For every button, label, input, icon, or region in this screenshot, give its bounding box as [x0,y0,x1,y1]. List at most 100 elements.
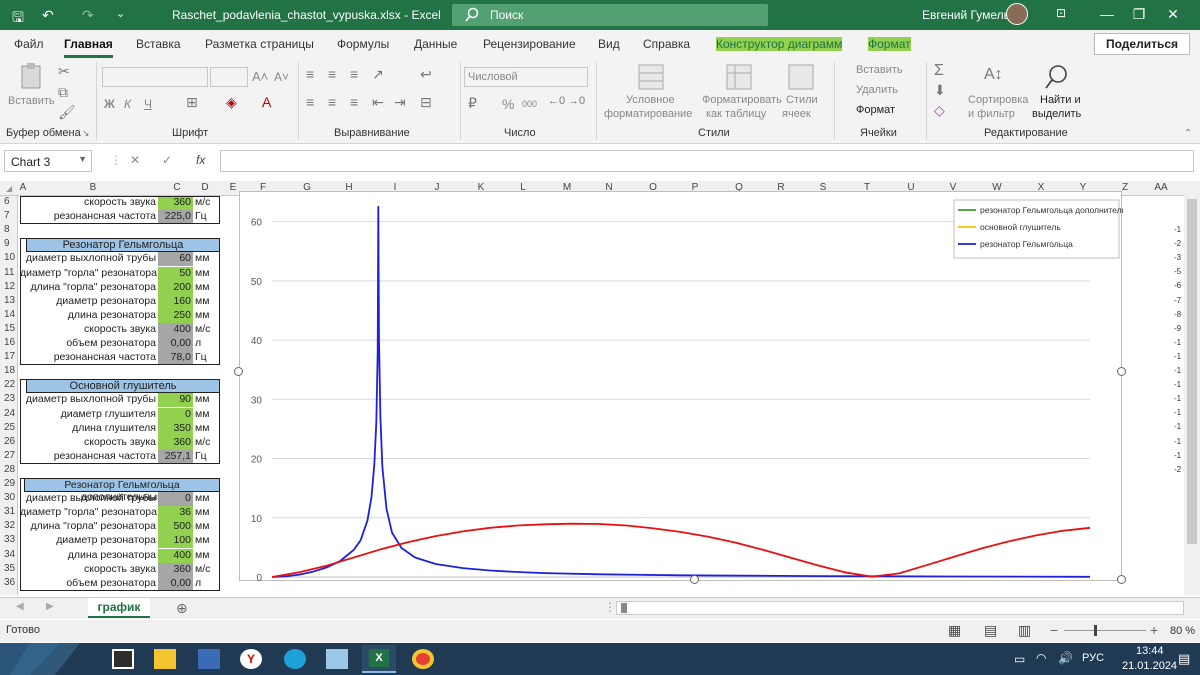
row-number[interactable]: 8 [0,224,18,235]
partial-cell-value[interactable]: -8 [1174,310,1181,319]
align-center-icon[interactable]: ≡ [328,94,336,110]
sort-filter-label-1[interactable]: Сортировка [968,94,1028,106]
cut-icon[interactable]: ✂ [58,63,70,80]
merge-icon[interactable]: ⊟ [420,94,432,111]
partial-cell-value[interactable]: -1 [1174,380,1181,389]
vertical-scrollbar[interactable] [1184,181,1200,595]
sort-filter-icon[interactable]: A↕ [984,66,1003,84]
copy-icon[interactable]: ⧉ [58,84,68,101]
notifications-icon[interactable]: ▤ [1178,651,1190,667]
zoom-in-icon[interactable]: + [1150,622,1158,638]
page-layout-view-icon[interactable]: ▤ [984,622,997,639]
chart-resize-handle[interactable] [1117,367,1126,376]
font-size-select[interactable] [210,67,248,87]
delete-cells-button[interactable]: Удалить [856,84,898,96]
row-number[interactable]: 12 [0,281,18,292]
column-header[interactable]: AA [1154,182,1168,193]
customize-qat-icon[interactable]: ⌄ [116,7,125,20]
partial-cell-value[interactable]: -3 [1174,253,1181,262]
partial-cell-value[interactable]: -1 [1174,437,1181,446]
notepad-icon[interactable] [326,649,348,669]
tab-help[interactable]: Справка [643,37,690,51]
paste-icon[interactable] [18,62,46,92]
column-header[interactable]: B [86,182,100,193]
volume-icon[interactable]: 🔊 [1058,651,1073,665]
partial-cell-value[interactable]: -7 [1174,296,1181,305]
zoom-slider-thumb[interactable] [1094,625,1097,636]
chart[interactable]: 0102030405060020406080100120140160180200… [239,191,1142,594]
partial-cell-value[interactable]: -1 [1174,451,1181,460]
partial-cell-value[interactable]: -1 [1174,352,1181,361]
cell-styles-label-2[interactable]: ячеек [782,108,811,120]
zoom-level[interactable]: 80 % [1170,625,1195,637]
align-bottom-icon[interactable]: ≡ [350,66,358,82]
row-number[interactable]: 10 [0,252,18,263]
clock-date[interactable]: 21.01.2024 [1122,660,1177,672]
increase-decimal-icon[interactable]: ←0 [548,95,565,107]
tab-view[interactable]: Вид [598,37,620,51]
format-table-label-2[interactable]: как таблицу [706,108,766,120]
tab-home[interactable]: Главная [64,37,113,58]
row-number[interactable]: 18 [0,365,18,376]
orientation-icon[interactable]: ↗ [372,66,384,83]
find-select-label-1[interactable]: Найти и [1040,94,1081,106]
percent-button[interactable]: % [502,96,514,112]
save-icon[interactable]: 🖫 [12,7,24,31]
row-number[interactable]: 26 [0,436,18,447]
partial-cell-value[interactable]: -1 [1174,225,1181,234]
row-number[interactable]: 11 [0,267,18,278]
row-number[interactable]: 14 [0,309,18,320]
avatar[interactable] [1006,3,1028,25]
enter-icon[interactable]: ✓ [162,153,172,167]
partial-cell-value[interactable]: -2 [1174,239,1181,248]
tab-split-icon[interactable]: ⋮ [604,600,616,614]
formula-input[interactable] [220,150,1194,172]
chart-resize-handle[interactable] [1117,575,1126,584]
prev-sheet-icon[interactable]: ◀ [16,601,24,612]
bold-button[interactable]: Ж [104,97,115,111]
format-cells-button[interactable]: Формат [856,104,895,116]
row-number[interactable]: 27 [0,450,18,461]
fill-icon[interactable]: ⬇ [934,82,946,99]
chart-resize-handle[interactable] [690,575,699,584]
clock-time[interactable]: 13:44 [1136,645,1164,657]
row-number[interactable]: 35 [0,563,18,574]
wrap-text-icon[interactable]: ↩ [420,66,432,83]
insert-function-icon[interactable]: fx [196,153,205,167]
currency-icon[interactable]: ₽ [468,95,477,112]
row-number[interactable]: 28 [0,464,18,475]
row-number[interactable]: 15 [0,323,18,334]
tab-page-layout[interactable]: Разметка страницы [205,37,314,51]
tab-chart-design[interactable]: Конструктор диаграмм [716,37,843,51]
search-input[interactable]: Поиск [452,4,768,26]
decrease-font-icon[interactable]: A˅ [274,70,289,84]
zoom-slider[interactable] [1064,630,1146,631]
zoom-out-icon[interactable]: − [1050,622,1058,638]
partial-cell-value[interactable]: -1 [1174,394,1181,403]
yandex-browser-icon[interactable]: Y [240,649,262,669]
cancel-icon[interactable]: ✕ [130,153,140,167]
align-right-icon[interactable]: ≡ [350,94,358,110]
borders-icon[interactable]: ⊞ [186,94,198,111]
tab-data[interactable]: Данные [414,37,457,51]
computer-icon[interactable] [198,649,220,669]
format-table-label-1[interactable]: Форматировать [702,94,782,106]
italic-button[interactable]: К [124,97,131,111]
row-number[interactable]: 22 [0,379,18,390]
sheet-tab[interactable]: график [88,598,150,618]
file-explorer-icon[interactable] [154,649,176,669]
row-number[interactable]: 33 [0,534,18,545]
scrollbar-thumb[interactable] [621,603,627,613]
wifi-icon[interactable]: ◠ [1036,651,1046,665]
tab-formulas[interactable]: Формулы [337,37,389,51]
ribbon-display-icon[interactable]: ⊡ [1038,6,1084,20]
tab-format[interactable]: Формат [868,37,911,51]
thousands-button[interactable]: 000 [522,99,537,109]
excel-taskbar-button[interactable]: X [362,645,396,673]
cell-styles-label-1[interactable]: Стили [786,94,818,106]
task-view-icon[interactable] [112,649,134,669]
chart-resize-handle[interactable] [234,367,243,376]
select-all-corner[interactable]: ◢ [6,184,12,193]
fill-color-icon[interactable]: ◈ [226,94,237,111]
redo-icon[interactable]: ↷ [82,7,94,24]
